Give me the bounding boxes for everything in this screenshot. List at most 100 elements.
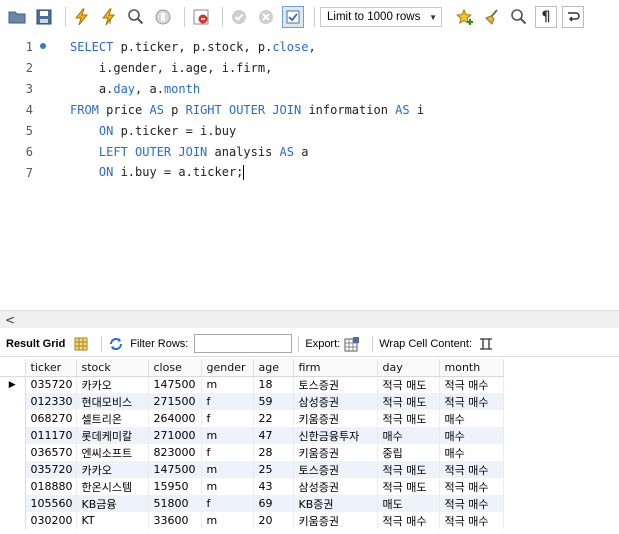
row-selector[interactable] — [0, 444, 26, 461]
code-line[interactable]: 6 LEFT OUTER JOIN analysis AS a — [0, 141, 619, 162]
cell-gender[interactable]: f — [201, 495, 254, 512]
cell-ticker[interactable]: 018880 — [25, 478, 77, 495]
cell-ticker[interactable]: 036570 — [25, 444, 77, 461]
cell-close[interactable]: 271000 — [148, 427, 202, 444]
cell-age[interactable]: 18 — [253, 376, 294, 393]
cell-ticker[interactable]: 105560 — [25, 495, 77, 512]
cell-ticker[interactable]: 068270 — [25, 410, 77, 427]
cell-gender[interactable]: m — [201, 376, 254, 393]
cell-firm[interactable]: 토스증권 — [293, 376, 378, 393]
cell-day[interactable]: 적극 매도 — [377, 461, 440, 478]
table-row[interactable]: 012330 현대모비스 271500 f 59 삼성증권 적극 매도 적극 매수 — [0, 393, 504, 410]
export-icon[interactable] — [344, 336, 360, 352]
cell-day[interactable]: 매도 — [377, 495, 440, 512]
result-grid-tab[interactable]: Result Grid — [6, 338, 65, 350]
column-header-close[interactable]: close — [148, 359, 202, 377]
grid-view-icon[interactable] — [73, 336, 89, 352]
invisible-chars-pilcrow-icon[interactable]: ¶ — [535, 6, 557, 28]
cell-gender[interactable]: m — [201, 478, 254, 495]
row-selector[interactable] — [0, 478, 26, 495]
cell-close[interactable]: 823000 — [148, 444, 202, 461]
cell-stock[interactable]: 한온시스템 — [76, 478, 149, 495]
cell-day[interactable]: 적극 매수 — [377, 512, 440, 529]
editor-horizontal-scrollbar[interactable]: < — [0, 310, 619, 328]
table-row[interactable]: 035720 카카오 147500 m 25 토스증권 적극 매도 적극 매수 — [0, 461, 504, 478]
cell-firm[interactable]: 삼성증권 — [293, 478, 378, 495]
column-header-month[interactable]: month — [439, 359, 504, 377]
cell-ticker[interactable]: 035720 — [25, 376, 77, 393]
row-selector[interactable] — [0, 495, 26, 512]
cell-stock[interactable]: KT — [76, 512, 149, 529]
table-row[interactable]: 018880 한온시스템 15950 m 43 삼성증권 적극 매도 적극 매수 — [0, 478, 504, 495]
cell-stock[interactable]: 셀트리온 — [76, 410, 149, 427]
cell-age[interactable]: 47 — [253, 427, 294, 444]
cell-close[interactable]: 33600 — [148, 512, 202, 529]
cell-month[interactable]: 매수 — [439, 444, 504, 461]
column-header-age[interactable]: age — [253, 359, 294, 377]
code-line[interactable]: 1 SELECT p.ticker, p.stock, p.close, — [0, 36, 619, 57]
table-row[interactable]: 011170 롯데케미칼 271000 m 47 신한금융투자 매수 매수 — [0, 427, 504, 444]
table-row[interactable]: 036570 엔씨소프트 823000 f 28 키움증권 중립 매수 — [0, 444, 504, 461]
stop-hand-icon[interactable] — [152, 6, 174, 28]
cell-ticker[interactable]: 011170 — [25, 427, 77, 444]
cell-month[interactable]: 매수 — [439, 427, 504, 444]
cell-day[interactable]: 적극 매도 — [377, 478, 440, 495]
cell-close[interactable]: 51800 — [148, 495, 202, 512]
cell-stock[interactable]: 롯데케미칼 — [76, 427, 149, 444]
cell-day[interactable]: 적극 매도 — [377, 410, 440, 427]
add-snippet-star-icon[interactable] — [454, 6, 476, 28]
row-selector[interactable] — [0, 512, 26, 529]
beautify-broom-icon[interactable] — [481, 6, 503, 28]
row-selector[interactable] — [0, 410, 26, 427]
cell-firm[interactable]: 키움증권 — [293, 512, 378, 529]
cell-close[interactable]: 264000 — [148, 410, 202, 427]
save-icon[interactable] — [33, 6, 55, 28]
cell-close[interactable]: 271500 — [148, 393, 202, 410]
row-selector[interactable] — [0, 427, 26, 444]
cell-day[interactable]: 매수 — [377, 427, 440, 444]
cell-month[interactable]: 적극 매수 — [439, 393, 504, 410]
code-line[interactable]: 7 ON i.buy = a.ticker; — [0, 162, 619, 183]
table-row[interactable]: ▶ 035720 카카오 147500 m 18 토스증권 적극 매도 적극 매수 — [0, 376, 504, 393]
column-header-stock[interactable]: stock — [76, 359, 149, 377]
column-header-gender[interactable]: gender — [201, 359, 254, 377]
column-header-ticker[interactable]: ticker — [25, 359, 77, 377]
cell-month[interactable]: 매수 — [439, 410, 504, 427]
cell-gender[interactable]: f — [201, 410, 254, 427]
explain-magnifier-icon[interactable] — [125, 6, 147, 28]
cell-age[interactable]: 22 — [253, 410, 294, 427]
cell-ticker[interactable]: 012330 — [25, 393, 77, 410]
cell-stock[interactable]: 카카오 — [76, 376, 149, 393]
table-row[interactable]: 068270 셀트리온 264000 f 22 키움증권 적극 매도 매수 — [0, 410, 504, 427]
limit-rows-select[interactable]: Limit to 1000 rows ▼ — [320, 7, 442, 27]
row-selector[interactable] — [0, 393, 26, 410]
cell-age[interactable]: 43 — [253, 478, 294, 495]
cell-age[interactable]: 28 — [253, 444, 294, 461]
cell-month[interactable]: 적극 매수 — [439, 376, 504, 393]
cell-age[interactable]: 59 — [253, 393, 294, 410]
cell-day[interactable]: 중립 — [377, 444, 440, 461]
code-line[interactable]: 2 i.gender, i.age, i.firm, — [0, 57, 619, 78]
open-folder-icon[interactable] — [6, 6, 28, 28]
table-row[interactable]: 105560 KB금융 51800 f 69 KB증권 매도 적극 매수 — [0, 495, 504, 512]
current-row-arrow-icon[interactable]: ▶ — [0, 376, 26, 393]
scroll-left-arrow-icon[interactable]: < — [5, 313, 15, 327]
toggle-error-stop-icon[interactable] — [190, 6, 212, 28]
cell-firm[interactable]: KB증권 — [293, 495, 378, 512]
cell-ticker[interactable]: 035720 — [25, 461, 77, 478]
cell-gender[interactable]: m — [201, 427, 254, 444]
result-grid[interactable]: ticker stock close gender age firm day month ▶ 0… — [0, 359, 619, 534]
cell-day[interactable]: 적극 매도 — [377, 393, 440, 410]
cell-close[interactable]: 15950 — [148, 478, 202, 495]
column-header-firm[interactable]: firm — [293, 359, 378, 377]
wrap-cell-icon[interactable] — [478, 336, 494, 352]
cell-firm[interactable]: 신한금융투자 — [293, 427, 378, 444]
cell-age[interactable]: 69 — [253, 495, 294, 512]
cell-firm[interactable]: 삼성증권 — [293, 393, 378, 410]
cell-age[interactable]: 20 — [253, 512, 294, 529]
table-row[interactable]: 030200 KT 33600 m 20 키움증권 적극 매수 적극 매수 — [0, 512, 504, 529]
refresh-icon[interactable] — [108, 336, 124, 352]
code-line[interactable]: 3 a.day, a.month — [0, 78, 619, 99]
row-selector-header[interactable] — [0, 359, 26, 377]
cell-close[interactable]: 147500 — [148, 461, 202, 478]
